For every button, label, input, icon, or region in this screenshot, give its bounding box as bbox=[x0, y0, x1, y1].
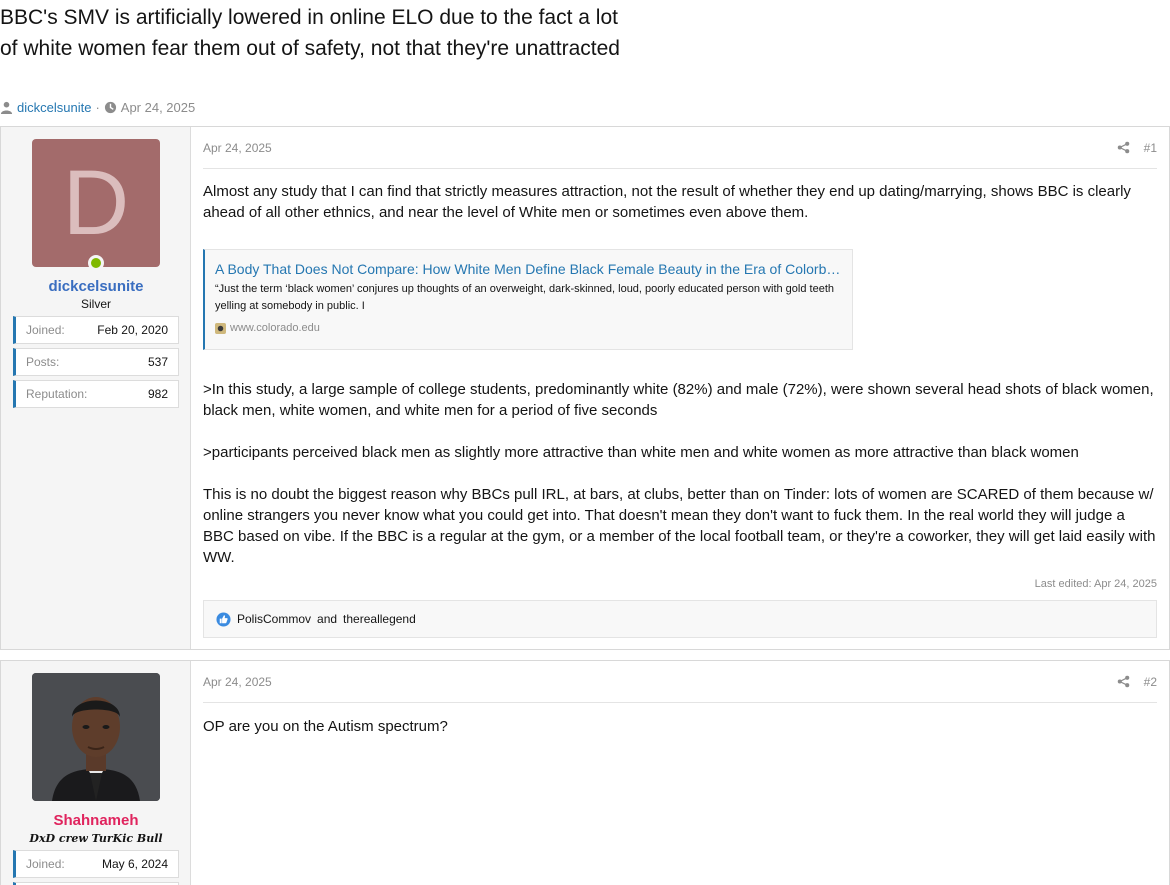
post-paragraph: OP are you on the Autism spectrum? bbox=[203, 718, 448, 735]
post-body: Almost any study that I can find that st… bbox=[203, 181, 1157, 568]
post-user-panel: D dickcelsunite Silver Joined: Feb 20, 2… bbox=[1, 127, 191, 649]
site-favicon-icon bbox=[215, 323, 226, 334]
post-paragraph: Almost any study that I can find that st… bbox=[203, 183, 1131, 221]
like-icon bbox=[216, 611, 231, 627]
stat-joined-label: Joined: bbox=[26, 857, 65, 871]
stat-joined-value: May 6, 2024 bbox=[101, 857, 168, 871]
reaction-user-link[interactable]: thereallegend bbox=[343, 612, 416, 626]
post-paragraph: This is no doubt the biggest reason why … bbox=[203, 486, 1156, 566]
stat-posts: Posts: 537 bbox=[13, 348, 179, 376]
stat-joined: Joined: May 6, 2024 bbox=[13, 850, 179, 878]
share-icon[interactable] bbox=[1117, 141, 1130, 154]
online-status-indicator bbox=[88, 255, 104, 271]
stat-reputation-label: Reputation: bbox=[26, 387, 88, 401]
username-link[interactable]: dickcelsunite bbox=[1, 278, 191, 295]
stat-posts-value: 537 bbox=[147, 355, 168, 369]
post-date-link[interactable]: Apr 24, 2025 bbox=[203, 141, 272, 155]
thread-meta: dickcelsunite · Apr 24, 2025 bbox=[0, 98, 195, 116]
stat-posts-label: Posts: bbox=[26, 355, 60, 369]
post-main: Apr 24, 2025 #1 Almost any study that I … bbox=[191, 127, 1169, 649]
avatar-photo bbox=[32, 673, 160, 801]
post-paragraph: >In this study, a large sample of colleg… bbox=[203, 381, 1154, 419]
user-icon bbox=[0, 101, 13, 114]
embed-title-link[interactable]: A Body That Does Not Compare: How White … bbox=[215, 259, 842, 279]
stat-reputation: Reputation: 982 bbox=[13, 380, 179, 408]
reactions-bar: PolisCommov and thereallegend bbox=[203, 600, 1157, 638]
thread-title: BBC's SMV is artificially lowered in onl… bbox=[0, 6, 620, 60]
stat-reputation-value: 982 bbox=[147, 387, 168, 401]
share-icon[interactable] bbox=[1117, 675, 1130, 688]
link-embed[interactable]: A Body That Does Not Compare: How White … bbox=[203, 249, 853, 350]
thread-date-link[interactable]: Apr 24, 2025 bbox=[121, 100, 195, 115]
reaction-user-link[interactable]: PolisCommov bbox=[237, 612, 311, 626]
avatar[interactable] bbox=[32, 673, 160, 801]
post-header: Apr 24, 2025 #1 bbox=[203, 127, 1157, 169]
post-number-link[interactable]: #2 bbox=[1144, 675, 1157, 689]
post-date-link[interactable]: Apr 24, 2025 bbox=[203, 675, 272, 689]
user-stats: Joined: Feb 20, 2020 Posts: 537 Reputati… bbox=[13, 316, 179, 412]
last-edited: Last edited: Apr 24, 2025 bbox=[1034, 578, 1157, 590]
post-user-panel: Shahnameh DxD crew TurKic Bull Joined: M… bbox=[1, 661, 191, 885]
stat-joined-value: Feb 20, 2020 bbox=[97, 323, 168, 337]
clock-icon bbox=[104, 101, 116, 113]
user-title: DxD crew TurKic Bull bbox=[29, 832, 163, 845]
post-paragraph: >participants perceived black men as sli… bbox=[203, 444, 1079, 461]
stat-joined-label: Joined: bbox=[26, 323, 65, 337]
post-number-link[interactable]: #1 bbox=[1144, 141, 1157, 155]
thread-author-link[interactable]: dickcelsunite bbox=[17, 100, 91, 115]
meta-separator: · bbox=[95, 99, 100, 115]
embed-site-domain: www.colorado.edu bbox=[230, 322, 320, 334]
reaction-and-text: and bbox=[317, 612, 338, 626]
embed-description: “Just the term ‘black women’ conjures up… bbox=[215, 283, 834, 312]
stat-joined: Joined: Feb 20, 2020 bbox=[13, 316, 179, 344]
user-title: Silver bbox=[80, 297, 111, 311]
post-2: Shahnameh DxD crew TurKic Bull Joined: M… bbox=[0, 660, 1170, 885]
user-stats: Joined: May 6, 2024 bbox=[13, 850, 179, 885]
embed-site: www.colorado.edu bbox=[215, 318, 842, 339]
avatar[interactable]: D bbox=[32, 139, 160, 267]
avatar-letter: D bbox=[32, 139, 160, 267]
post-main: Apr 24, 2025 #2 OP are you on the Autism… bbox=[191, 661, 1169, 885]
post-body: OP are you on the Autism spectrum? bbox=[203, 716, 1157, 737]
post-1: D dickcelsunite Silver Joined: Feb 20, 2… bbox=[0, 126, 1170, 650]
post-header: Apr 24, 2025 #2 bbox=[203, 661, 1157, 703]
username-link[interactable]: Shahnameh bbox=[1, 812, 191, 829]
